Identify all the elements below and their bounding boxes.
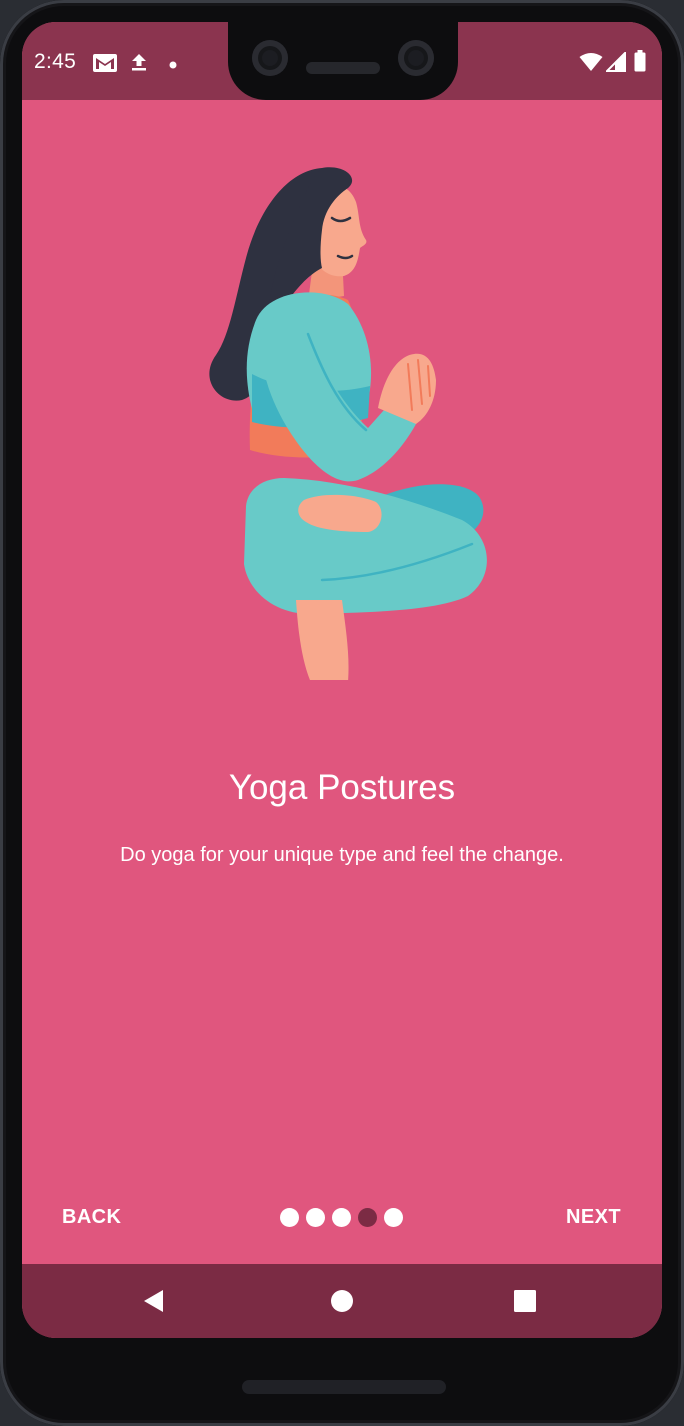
notification-dot-icon xyxy=(168,57,178,75)
status-time: 2:45 xyxy=(34,50,77,73)
page-dot-1[interactable] xyxy=(280,1208,299,1227)
bottom-speaker-grille xyxy=(242,1380,446,1394)
back-triangle-icon[interactable] xyxy=(114,1264,194,1338)
back-button[interactable]: BACK xyxy=(62,1206,121,1229)
app-screen: 2:45 Yoga Postures Do yoga for your uniq… xyxy=(22,22,662,1338)
front-camera-left xyxy=(252,40,288,76)
next-button[interactable]: NEXT xyxy=(566,1206,621,1229)
camera-notch xyxy=(228,22,458,100)
yoga-woman-illustration xyxy=(172,160,512,697)
upload-icon xyxy=(130,52,148,77)
wifi-icon xyxy=(579,52,603,77)
page-dot-5[interactable] xyxy=(384,1208,403,1227)
signal-icon xyxy=(604,50,626,77)
home-circle-icon[interactable] xyxy=(302,1264,382,1338)
page-dot-3[interactable] xyxy=(332,1208,351,1227)
page-dot-4-active[interactable] xyxy=(358,1208,377,1227)
onboarding-title: Yoga Postures xyxy=(228,768,456,807)
system-navigation-bar xyxy=(22,1264,662,1338)
front-camera-right xyxy=(398,40,434,76)
earpiece-speaker xyxy=(306,62,380,74)
page-dot-2[interactable] xyxy=(306,1208,325,1227)
phone-frame: 2:45 Yoga Postures Do yoga for your uniq… xyxy=(0,0,684,1426)
battery-icon xyxy=(634,50,646,77)
onboarding-subtitle: Do yoga for your unique type and feel th… xyxy=(120,844,564,866)
gmail-icon xyxy=(92,52,118,79)
recents-square-icon[interactable] xyxy=(485,1264,565,1338)
